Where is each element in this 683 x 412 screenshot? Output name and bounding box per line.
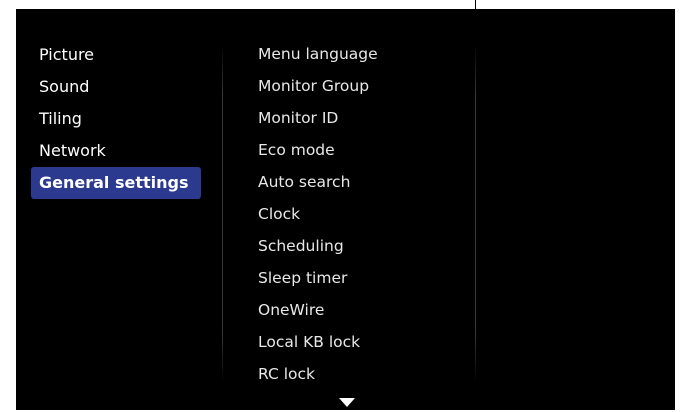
submenu-item-local-kb-lock[interactable]: Local KB lock [258,326,468,358]
submenu-item-eco-mode[interactable]: Eco mode [258,134,468,166]
submenu-item-auto-search[interactable]: Auto search [258,166,468,198]
menu-item-picture[interactable]: Picture [31,39,221,71]
submenu-item-onewire[interactable]: OneWire [258,294,468,326]
submenu-item-clock[interactable]: Clock [258,198,468,230]
submenu-item-sleep-timer[interactable]: Sleep timer [258,262,468,294]
main-menu: Picture Sound Tiling Network General set… [31,39,221,199]
submenu-item-scheduling[interactable]: Scheduling [258,230,468,262]
column-divider-left [222,44,223,384]
menu-item-tiling[interactable]: Tiling [31,103,221,135]
osd-menu-panel: Picture Sound Tiling Network General set… [16,9,675,410]
submenu-item-monitor-id[interactable]: Monitor ID [258,102,468,134]
column-divider-right [475,44,476,384]
submenu-item-menu-language[interactable]: Menu language [258,38,468,70]
general-settings-submenu: Menu language Monitor Group Monitor ID E… [258,38,468,390]
submenu-item-monitor-group[interactable]: Monitor Group [258,70,468,102]
menu-item-general-settings[interactable]: General settings [31,167,201,199]
top-edge-mark [475,0,476,9]
down-triangle-icon[interactable] [339,398,355,407]
menu-item-network[interactable]: Network [31,135,221,167]
submenu-item-rc-lock[interactable]: RC lock [258,358,468,390]
menu-item-sound[interactable]: Sound [31,71,221,103]
